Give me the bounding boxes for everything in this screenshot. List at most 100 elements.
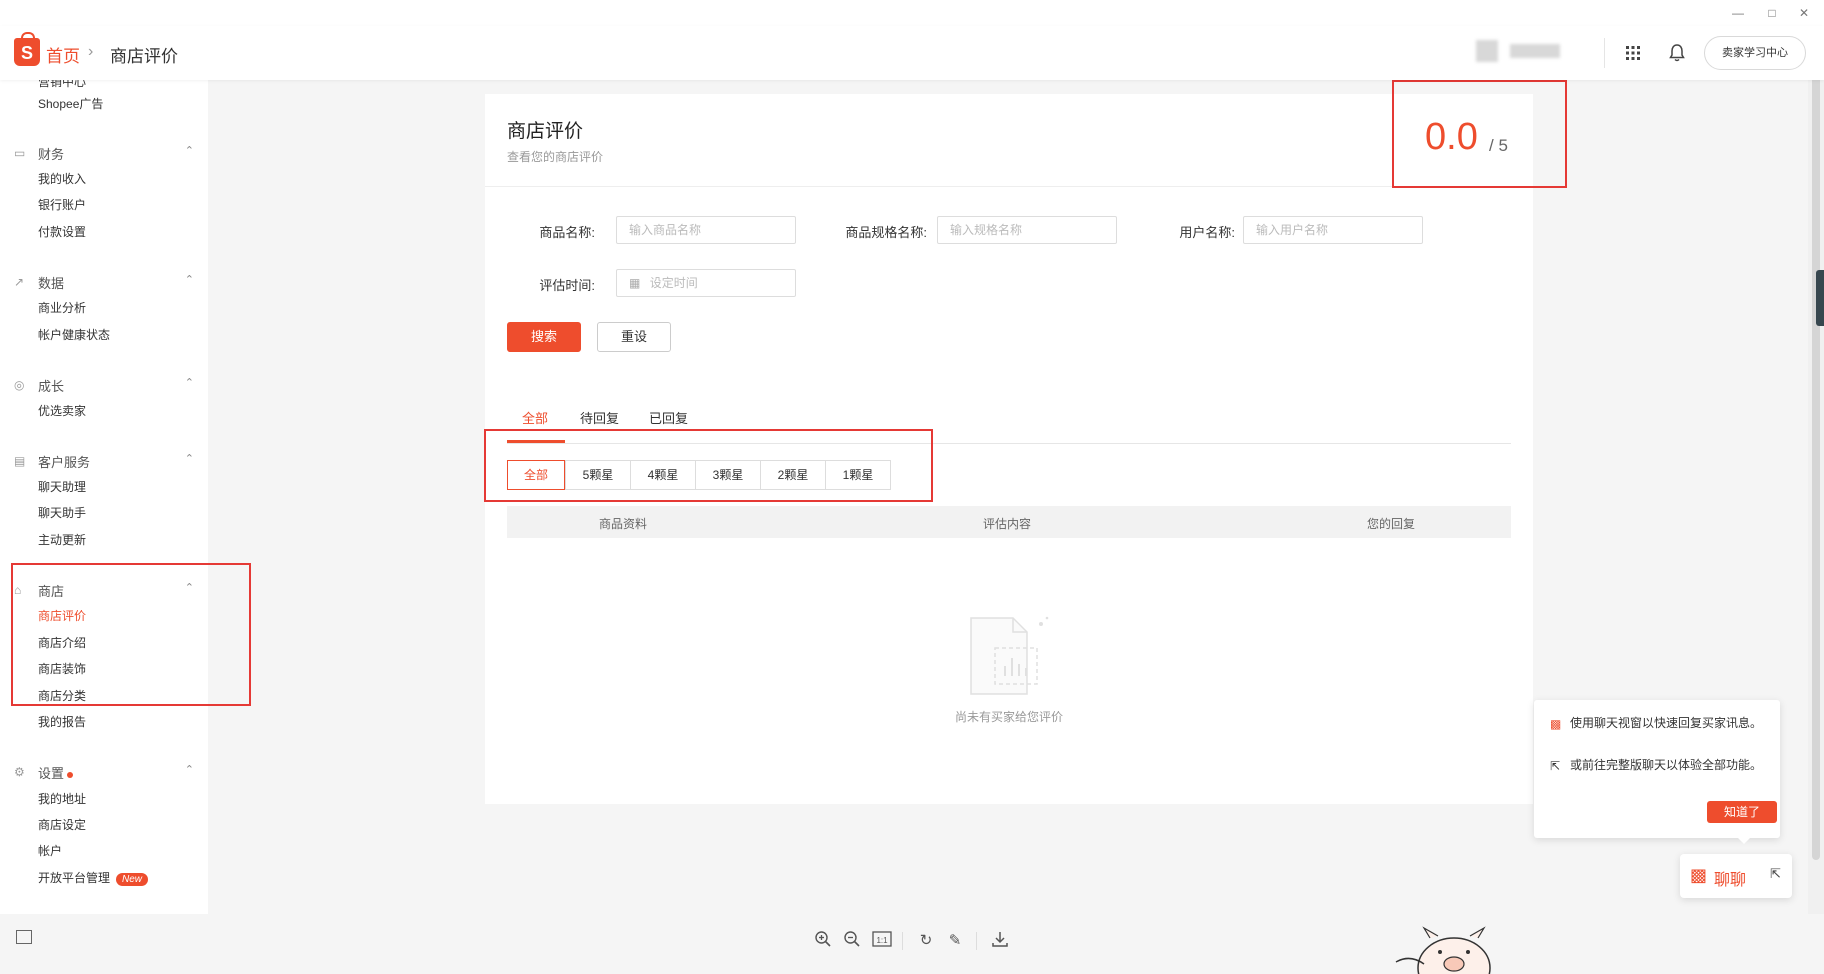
variation-name-input[interactable]	[937, 216, 1117, 244]
sidebar-item-proactive-update[interactable]: 主动更新	[38, 531, 86, 548]
chevron-up-icon[interactable]: ⌃	[185, 763, 194, 776]
chat-button-label: 聊聊	[1714, 872, 1747, 889]
chevron-up-icon[interactable]: ⌃	[185, 376, 194, 389]
edit-pencil-icon[interactable]: ✎	[944, 930, 966, 952]
rating-time-picker[interactable]: ▦ 设定时间	[616, 269, 796, 297]
reset-button[interactable]: 重设	[597, 322, 671, 352]
column-header-reply: 您的回复	[1367, 517, 1416, 531]
rating-time-label: 评估时间:	[539, 278, 595, 293]
variation-name-label: 商品规格名称:	[845, 225, 927, 240]
sidebar-section-title: 设置	[38, 763, 74, 782]
popout-icon[interactable]: ⇱	[1770, 866, 1781, 882]
sidebar-section-title: 数据	[38, 276, 65, 291]
chat-box-icon: ▤	[14, 454, 26, 468]
medal-icon: ◎	[14, 378, 25, 392]
sidebar-section-data[interactable]: ↗ 数据 ⌃	[14, 273, 194, 293]
sidebar-section-title: 客户服务	[38, 455, 91, 470]
chevron-up-icon[interactable]: ⌃	[185, 273, 194, 286]
window-titlebar: — □ ✕	[0, 0, 1824, 27]
header-divider	[1604, 38, 1605, 68]
bell-icon[interactable]	[1664, 40, 1690, 66]
product-name-input[interactable]	[616, 216, 796, 244]
annotation-box-star-filters	[484, 429, 933, 502]
sidebar-item-preferred-seller[interactable]: 优选卖家	[38, 402, 86, 419]
table-header: 商品资料 评估内容 您的回复	[507, 506, 1511, 538]
username-input[interactable]	[1243, 216, 1423, 244]
side-widget-tab[interactable]	[1816, 270, 1824, 326]
grid-icon[interactable]	[1620, 40, 1646, 66]
wallet-icon: ▭	[14, 146, 26, 160]
close-icon[interactable]: ✕	[1794, 4, 1814, 22]
maximize-icon[interactable]: □	[1762, 4, 1782, 22]
chat-button[interactable]: ▩ 聊聊 ⇱	[1680, 854, 1792, 898]
breadcrumb-current: 商店评价	[110, 47, 178, 66]
download-icon[interactable]	[989, 930, 1011, 952]
sidebar-item-marketing-partial[interactable]: 营销中心	[38, 80, 86, 90]
page-title: 商店评价	[507, 121, 584, 142]
chat-bubble-icon: ▩	[1690, 865, 1708, 885]
breadcrumb-home[interactable]: 首页	[46, 42, 80, 67]
chart-line-icon: ↗	[14, 275, 25, 289]
sidebar-item-shop-settings[interactable]: 商店设定	[38, 816, 86, 833]
gear-icon: ⚙	[14, 765, 25, 779]
external-window-icon: ⇱	[1550, 759, 1561, 773]
new-badge: New	[116, 873, 149, 886]
search-button[interactable]: 搜索	[507, 322, 581, 352]
minimize-icon[interactable]: —	[1728, 4, 1748, 22]
chat-tip-row-1: ▩ 使用聊天视窗以快速回复买家讯息。	[1550, 716, 1770, 731]
shopee-logo[interactable]: S	[14, 32, 40, 66]
shop-name-blurred[interactable]	[1510, 44, 1560, 58]
sidebar-footer	[0, 914, 208, 974]
sidebar-item-ads[interactable]: Shopee广告	[38, 95, 103, 112]
sidebar-item-account[interactable]: 帐户	[38, 842, 62, 859]
zoom-out-icon[interactable]	[841, 930, 863, 952]
top-header: S 首页 › 商店评价 卖家学习中心	[0, 26, 1824, 80]
sidebar-item-account-health[interactable]: 帐户健康状态	[38, 326, 110, 343]
calendar-icon: ▦	[629, 276, 641, 290]
sidebar-item-my-reports[interactable]: 我的报告	[38, 713, 86, 730]
sidebar-item-income[interactable]: 我的收入	[38, 170, 86, 187]
chat-tip-text-1: 使用聊天视窗以快速回复买家讯息。	[1570, 716, 1763, 730]
page-subtitle: 查看您的商店评价	[507, 150, 604, 164]
sidebar-item-chat-helper[interactable]: 聊天助手	[38, 504, 86, 521]
chat-tip-text-2: 或前往完整版聊天以体验全部功能。	[1570, 758, 1763, 772]
empty-state-text: 尚未有买家给您评价	[954, 710, 1063, 724]
sidebar-item-open-platform[interactable]: 开放平台管理 New	[38, 869, 149, 886]
empty-state-icon	[963, 612, 1053, 698]
notification-dot	[67, 771, 74, 778]
panel-toggle-icon[interactable]	[16, 930, 32, 944]
sidebar-item-chat-assistant[interactable]: 聊天助理	[38, 478, 86, 495]
toolbar-divider	[902, 932, 903, 950]
sidebar-section-customer-service[interactable]: ▤ 客户服务 ⌃	[14, 452, 194, 472]
got-it-button[interactable]: 知道了	[1707, 801, 1777, 823]
actual-size-icon[interactable]: 1:1	[871, 930, 893, 952]
tab-all[interactable]: 全部	[522, 408, 548, 427]
chevron-up-icon[interactable]: ⌃	[185, 144, 194, 157]
chevron-up-icon[interactable]: ⌃	[185, 452, 194, 465]
sidebar-section-settings[interactable]: ⚙ 设置 ⌃	[14, 763, 194, 783]
sidebar-item-my-address[interactable]: 我的地址	[38, 790, 86, 807]
sidebar-section-finance[interactable]: ▭ 财务 ⌃	[14, 144, 194, 164]
tab-replied[interactable]: 已回复	[649, 408, 688, 427]
column-header-product: 商品资料	[599, 517, 648, 531]
sidebar-item-payment-settings[interactable]: 付款设置	[38, 223, 86, 240]
rotate-icon[interactable]: ↻	[915, 930, 937, 952]
sidebar-item-business-insights[interactable]: 商业分析	[38, 299, 86, 316]
card-header: 商店评价 查看您的商店评价 0.0 / 5	[485, 94, 1533, 187]
annotation-box-shop-menu	[11, 563, 251, 706]
tab-to-reply[interactable]: 待回复	[580, 408, 619, 427]
sidebar-section-title: 财务	[38, 147, 65, 162]
learning-center-button[interactable]: 卖家学习中心	[1704, 36, 1806, 70]
scrollbar-thumb[interactable]	[1812, 40, 1820, 860]
annotation-box-score	[1392, 80, 1567, 188]
sidebar-section-growth[interactable]: ◎ 成长 ⌃	[14, 376, 194, 396]
chat-icon: ▩	[1550, 717, 1562, 731]
svg-text:1:1: 1:1	[876, 936, 888, 945]
avatar[interactable]	[1476, 40, 1498, 62]
breadcrumb-separator: ›	[88, 43, 94, 60]
zoom-in-icon[interactable]	[812, 930, 834, 952]
rating-time-placeholder: 设定时间	[649, 276, 698, 290]
toolbar-divider	[976, 932, 977, 950]
sidebar-item-bank-account[interactable]: 银行账户	[38, 196, 86, 213]
sidebar-section-title: 成长	[38, 379, 65, 394]
